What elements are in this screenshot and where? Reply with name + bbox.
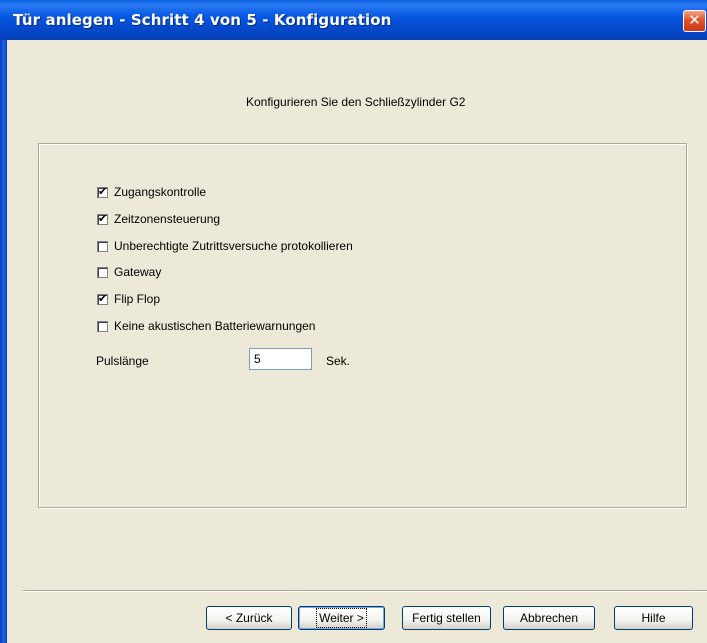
window-title: Tür anlegen - Schritt 4 von 5 - Konfigur… — [13, 11, 392, 29]
option-label: Zeitzonensteuerung — [114, 212, 221, 226]
cancel-button[interactable]: Abbrechen — [503, 606, 595, 630]
checkbox[interactable]: ✔ — [97, 184, 108, 198]
finish-button[interactable]: Fertig stellen — [402, 606, 491, 630]
back-button-label: < Zurück — [225, 611, 273, 625]
next-button-label: Weiter > — [316, 608, 367, 628]
option-flip-flop[interactable]: ✔ Flip Flop — [97, 291, 160, 307]
checkbox[interactable] — [97, 320, 108, 332]
checkmark-icon: ✔ — [98, 184, 108, 198]
help-button[interactable]: Hilfe — [614, 606, 693, 630]
checkmark-icon: ✔ — [98, 211, 108, 225]
checkbox[interactable]: ✔ — [97, 211, 108, 225]
option-label: Gateway — [114, 265, 162, 279]
step-heading: Konfigurieren Sie den Schließzylinder G2 — [246, 95, 466, 109]
close-icon: ✕ — [688, 11, 701, 29]
option-unberechtigte-zutrittsversuche[interactable]: Unberechtigte Zutrittsversuche protokoll… — [97, 238, 353, 254]
close-button[interactable]: ✕ — [683, 10, 706, 32]
checkbox[interactable]: ✔ — [97, 291, 108, 305]
back-button[interactable]: < Zurück — [206, 606, 292, 630]
option-zugangskontrolle[interactable]: ✔ Zugangskontrolle — [97, 184, 206, 200]
option-zeitzonensteuerung[interactable]: ✔ Zeitzonensteuerung — [97, 211, 220, 227]
checkbox[interactable] — [97, 240, 108, 252]
help-button-label: Hilfe — [641, 611, 666, 625]
option-label: Unberechtigte Zutrittsversuche protokoll… — [114, 239, 353, 253]
pulse-unit-label: Sek. — [326, 354, 351, 368]
option-gateway[interactable]: Gateway — [97, 264, 161, 280]
cancel-button-label: Abbrechen — [519, 611, 579, 625]
window-frame-left — [0, 40, 7, 643]
option-label: Keine akustischen Batteriewarnungen — [114, 319, 316, 333]
button-separator — [23, 590, 707, 592]
title-bar[interactable]: Tür anlegen - Schritt 4 von 5 - Konfigur… — [0, 0, 707, 40]
next-button[interactable]: Weiter > — [298, 606, 385, 630]
pulse-length-input[interactable]: 5 — [249, 348, 312, 370]
pulse-length-label: Pulslänge — [96, 354, 149, 368]
option-label: Flip Flop — [114, 292, 161, 306]
option-keine-akustischen-batteriewarnungen[interactable]: Keine akustischen Batteriewarnungen — [97, 318, 315, 334]
checkmark-icon: ✔ — [98, 291, 108, 305]
finish-button-label: Fertig stellen — [412, 611, 481, 625]
checkbox[interactable] — [97, 266, 108, 278]
option-label: Zugangskontrolle — [114, 185, 207, 199]
